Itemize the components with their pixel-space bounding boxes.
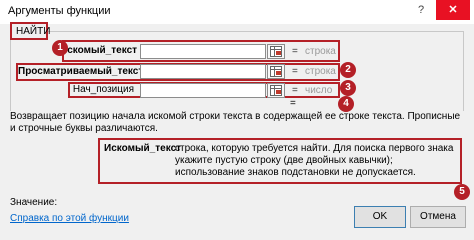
- formula-result-equals: =: [290, 98, 296, 109]
- collapse-dialog-button-3[interactable]: [267, 83, 285, 98]
- arg-label-within-text: Просматриваемый_текст: [18, 66, 144, 77]
- arg-hint-2: строка: [305, 66, 336, 77]
- find-text-input[interactable]: [140, 44, 266, 59]
- arg-equals-3: =: [292, 85, 298, 96]
- arg-description-text: строка, которую требуется найти. Для пои…: [175, 143, 454, 178]
- collapse-dialog-button-2[interactable]: [267, 64, 285, 79]
- function-name-text: НАЙТИ: [16, 26, 51, 37]
- arg-label-start-num: Нач_позиция: [72, 84, 134, 95]
- range-select-icon: [270, 46, 282, 57]
- annotation-badge-2: 2: [340, 62, 356, 78]
- arg-hint-1: строка: [305, 46, 336, 57]
- arg-label-find-text: Искомый_текст: [60, 45, 138, 56]
- range-select-icon: [270, 85, 282, 96]
- group-border-right: [463, 31, 464, 111]
- function-description: Возвращает позицию начала искомой строки…: [10, 111, 461, 134]
- close-icon[interactable]: ✕: [436, 0, 470, 20]
- annotation-badge-4: 4: [338, 96, 354, 112]
- annotation-badge-1: 1: [52, 40, 68, 56]
- help-icon[interactable]: ?: [408, 0, 434, 20]
- function-help-link[interactable]: Справка по этой функции: [10, 213, 129, 224]
- group-border-left: [10, 31, 11, 111]
- annotation-badge-3: 3: [340, 80, 356, 96]
- start-num-input[interactable]: [140, 83, 266, 98]
- within-text-input[interactable]: [140, 64, 266, 79]
- function-arguments-dialog: Аргументы функции ? ✕ НАЙТИ Искомый_текс…: [0, 0, 474, 240]
- arg-equals-1: =: [292, 46, 298, 57]
- function-name-label: НАЙТИ: [10, 22, 51, 40]
- annotation-badge-5: 5: [454, 184, 470, 200]
- title-bar: Аргументы функции ? ✕: [0, 0, 474, 24]
- cancel-button[interactable]: Отмена: [410, 206, 466, 228]
- ok-button[interactable]: OK: [354, 206, 406, 228]
- arg-hint-3: число: [305, 85, 333, 96]
- group-border-top: [46, 31, 464, 32]
- value-label: Значение:: [10, 197, 58, 208]
- collapse-dialog-button-1[interactable]: [267, 44, 285, 59]
- arg-equals-2: =: [292, 66, 298, 77]
- dialog-title: Аргументы функции: [8, 5, 111, 17]
- arg-description-name: Искомый_текст: [104, 143, 182, 154]
- range-select-icon: [270, 66, 282, 77]
